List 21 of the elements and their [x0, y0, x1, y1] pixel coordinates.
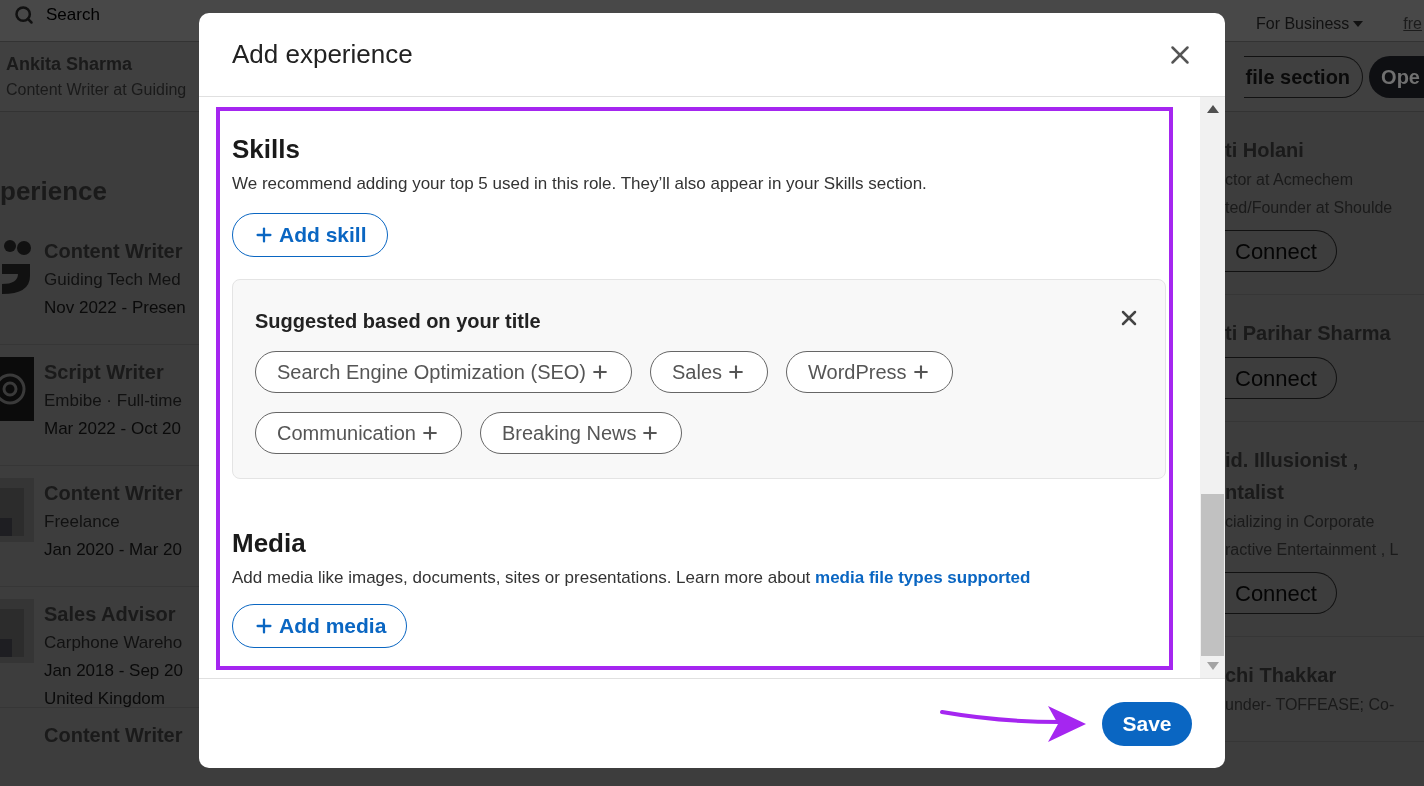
section-description: We recommend adding your top 5 used in this role. They’ll also appear in your Skills section. — [232, 173, 928, 195]
skill-chip[interactable]: Communication — [255, 411, 462, 454]
search-field[interactable]: Search — [46, 2, 186, 28]
save-button[interactable]: Save — [1102, 701, 1192, 746]
profile-action-button[interactable]: Ope — [1369, 55, 1424, 98]
search-icon — [14, 4, 34, 25]
scroll-down-icon — [1206, 662, 1219, 670]
caret-icon — [1353, 21, 1364, 27]
section-description: Add media like images, documents, sites or presentations. Learn more about media file types supported — [232, 566, 1032, 589]
skill-chip[interactable]: Sales — [650, 350, 769, 393]
skill-chip[interactable]: WordPress — [786, 350, 953, 393]
scrollbar[interactable] — [1200, 97, 1225, 678]
scroll-thumb[interactable] — [1201, 494, 1224, 656]
panel-title: Suggested based on your title — [255, 308, 541, 334]
scroll-up-icon — [1206, 105, 1219, 113]
skill-chip[interactable]: Search Engine Optimization (SEO) — [255, 350, 633, 393]
skill-chip[interactable]: Breaking News — [479, 411, 683, 454]
section-heading: Skills — [232, 133, 301, 165]
dialog-title: Add experience — [232, 38, 413, 71]
help-link[interactable]: media file types supported — [815, 567, 1031, 587]
section-heading: Media — [232, 526, 307, 559]
